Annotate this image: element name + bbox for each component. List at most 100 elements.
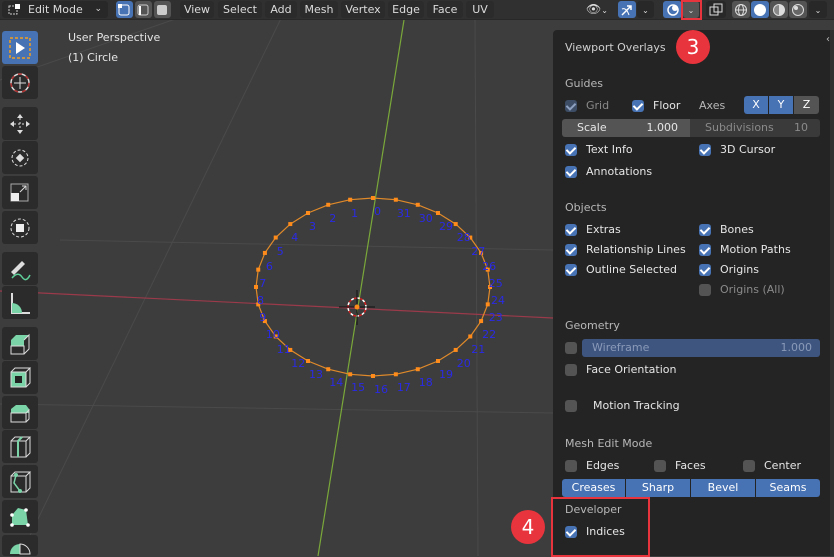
vertex-index-label: 10 xyxy=(265,328,280,342)
tool-cursor[interactable] xyxy=(2,66,38,99)
shading-material[interactable] xyxy=(770,1,788,18)
vertex-point[interactable] xyxy=(415,202,420,207)
overlays-toggle[interactable] xyxy=(663,1,682,18)
rotate-icon xyxy=(11,149,29,167)
origins-all-checkbox[interactable] xyxy=(699,284,711,296)
bones-checkbox[interactable] xyxy=(699,224,711,236)
text-info-checkbox[interactable] xyxy=(565,144,577,156)
vertex-point[interactable] xyxy=(415,367,420,372)
vertex-point[interactable] xyxy=(453,347,458,352)
bevel-toggle[interactable]: Bevel xyxy=(691,479,755,497)
tool-knife[interactable] xyxy=(2,465,38,498)
menu-add[interactable]: Add xyxy=(265,1,297,18)
tool-poly-build[interactable] xyxy=(2,500,38,533)
edges-checkbox[interactable] xyxy=(565,460,577,472)
vertex-point[interactable] xyxy=(254,285,258,289)
wireframe-slider[interactable]: Wireframe 1.000 xyxy=(582,339,820,357)
menu-mesh[interactable]: Mesh xyxy=(300,1,338,18)
relationship-lines-checkbox[interactable] xyxy=(565,244,577,256)
scale-label: Scale xyxy=(577,121,607,134)
vertex-point[interactable] xyxy=(288,222,293,227)
face-select-button[interactable] xyxy=(154,1,171,18)
tool-annotate[interactable] xyxy=(2,252,38,285)
vertex-point[interactable] xyxy=(326,367,331,372)
vertex-point[interactable] xyxy=(371,374,375,378)
floor-checkbox[interactable] xyxy=(632,100,644,112)
vertex-point[interactable] xyxy=(485,302,490,307)
gizmo-dropdown[interactable]: ⌄ xyxy=(637,1,654,18)
vertex-select-button[interactable] xyxy=(116,1,133,18)
face-orientation-checkbox[interactable] xyxy=(565,364,577,376)
vertex-point[interactable] xyxy=(262,250,267,255)
axis-x-toggle[interactable]: X xyxy=(744,96,768,114)
tool-measure[interactable] xyxy=(2,286,38,319)
menu-vertex[interactable]: Vertex xyxy=(341,1,385,18)
vertex-point[interactable] xyxy=(436,359,441,364)
vertex-point[interactable] xyxy=(305,359,310,364)
tool-extrude-region[interactable] xyxy=(2,327,38,360)
gizmo-toggle[interactable] xyxy=(618,1,636,18)
tool-select-box[interactable] xyxy=(2,31,38,64)
vertex-point[interactable] xyxy=(305,210,310,215)
origins-checkbox[interactable] xyxy=(699,264,711,276)
xray-toggle[interactable] xyxy=(706,1,726,18)
seams-toggle[interactable]: Seams xyxy=(756,479,820,497)
subdivisions-field[interactable]: Subdivisions 10 xyxy=(690,119,820,137)
tool-move[interactable] xyxy=(2,107,38,140)
tool-scale[interactable] xyxy=(2,176,38,209)
menu-view[interactable]: View xyxy=(180,1,214,18)
sidebar-toggle-icon[interactable]: ‹ xyxy=(826,34,830,45)
menu-select[interactable]: Select xyxy=(218,1,262,18)
visibility-dropdown[interactable]: 👁⌄ xyxy=(582,1,612,18)
center-checkbox[interactable] xyxy=(743,460,755,472)
motion-tracking-checkbox[interactable] xyxy=(565,400,577,412)
shading-rendered[interactable] xyxy=(789,1,807,18)
motion-paths-checkbox[interactable] xyxy=(699,244,711,256)
wireframe-checkbox[interactable] xyxy=(565,342,577,354)
step-badge-3: 3 xyxy=(676,30,710,64)
axis-z-toggle[interactable]: Z xyxy=(794,96,819,114)
shading-wireframe[interactable] xyxy=(732,1,750,18)
edge-select-button[interactable] xyxy=(135,1,152,18)
tool-bevel[interactable] xyxy=(2,396,38,429)
edit-mode-icon xyxy=(8,4,20,15)
extras-checkbox[interactable] xyxy=(565,224,577,236)
tool-inset-faces[interactable] xyxy=(2,361,38,394)
vertex-point[interactable] xyxy=(436,210,441,215)
vertex-point[interactable] xyxy=(256,267,261,272)
tool-loop-cut[interactable] xyxy=(2,430,38,463)
vertex-point[interactable] xyxy=(273,235,278,240)
shading-dropdown[interactable]: ⌄ xyxy=(809,1,827,18)
vertex-point[interactable] xyxy=(393,372,398,377)
vertex-point[interactable] xyxy=(393,197,398,202)
menu-face[interactable]: Face xyxy=(427,1,463,18)
tool-rotate[interactable] xyxy=(2,141,38,174)
vertex-select-icon xyxy=(118,4,130,16)
vertex-point[interactable] xyxy=(371,196,375,200)
extras-label: Extras xyxy=(586,223,621,236)
vertex-point[interactable] xyxy=(348,197,353,202)
menu-edge[interactable]: Edge xyxy=(388,1,424,18)
tool-spin[interactable] xyxy=(2,535,38,556)
creases-toggle[interactable]: Creases xyxy=(562,479,625,497)
axis-y-toggle[interactable]: Y xyxy=(769,96,793,114)
vertex-point[interactable] xyxy=(348,372,353,377)
menu-uv[interactable]: UV xyxy=(466,1,494,18)
outline-selected-checkbox[interactable] xyxy=(565,264,577,276)
annotations-checkbox[interactable] xyxy=(565,166,577,178)
select-box-icon xyxy=(9,37,31,59)
grid-checkbox[interactable] xyxy=(565,100,577,112)
mode-selector[interactable]: Edit Mode ⌄ xyxy=(2,1,108,18)
scale-field[interactable]: Scale 1.000 xyxy=(562,119,690,137)
shading-solid[interactable] xyxy=(751,1,769,18)
vertex-point[interactable] xyxy=(468,334,473,339)
vertex-point[interactable] xyxy=(479,319,484,324)
faces-checkbox[interactable] xyxy=(654,460,666,472)
vertex-point[interactable] xyxy=(453,222,458,227)
vertex-index-label: 28 xyxy=(456,231,471,245)
vertex-index-label: 20 xyxy=(456,356,471,370)
sharp-toggle[interactable]: Sharp xyxy=(626,479,690,497)
vertex-point[interactable] xyxy=(326,202,331,207)
3d-cursor-checkbox[interactable] xyxy=(699,144,711,156)
tool-transform[interactable] xyxy=(2,211,38,244)
